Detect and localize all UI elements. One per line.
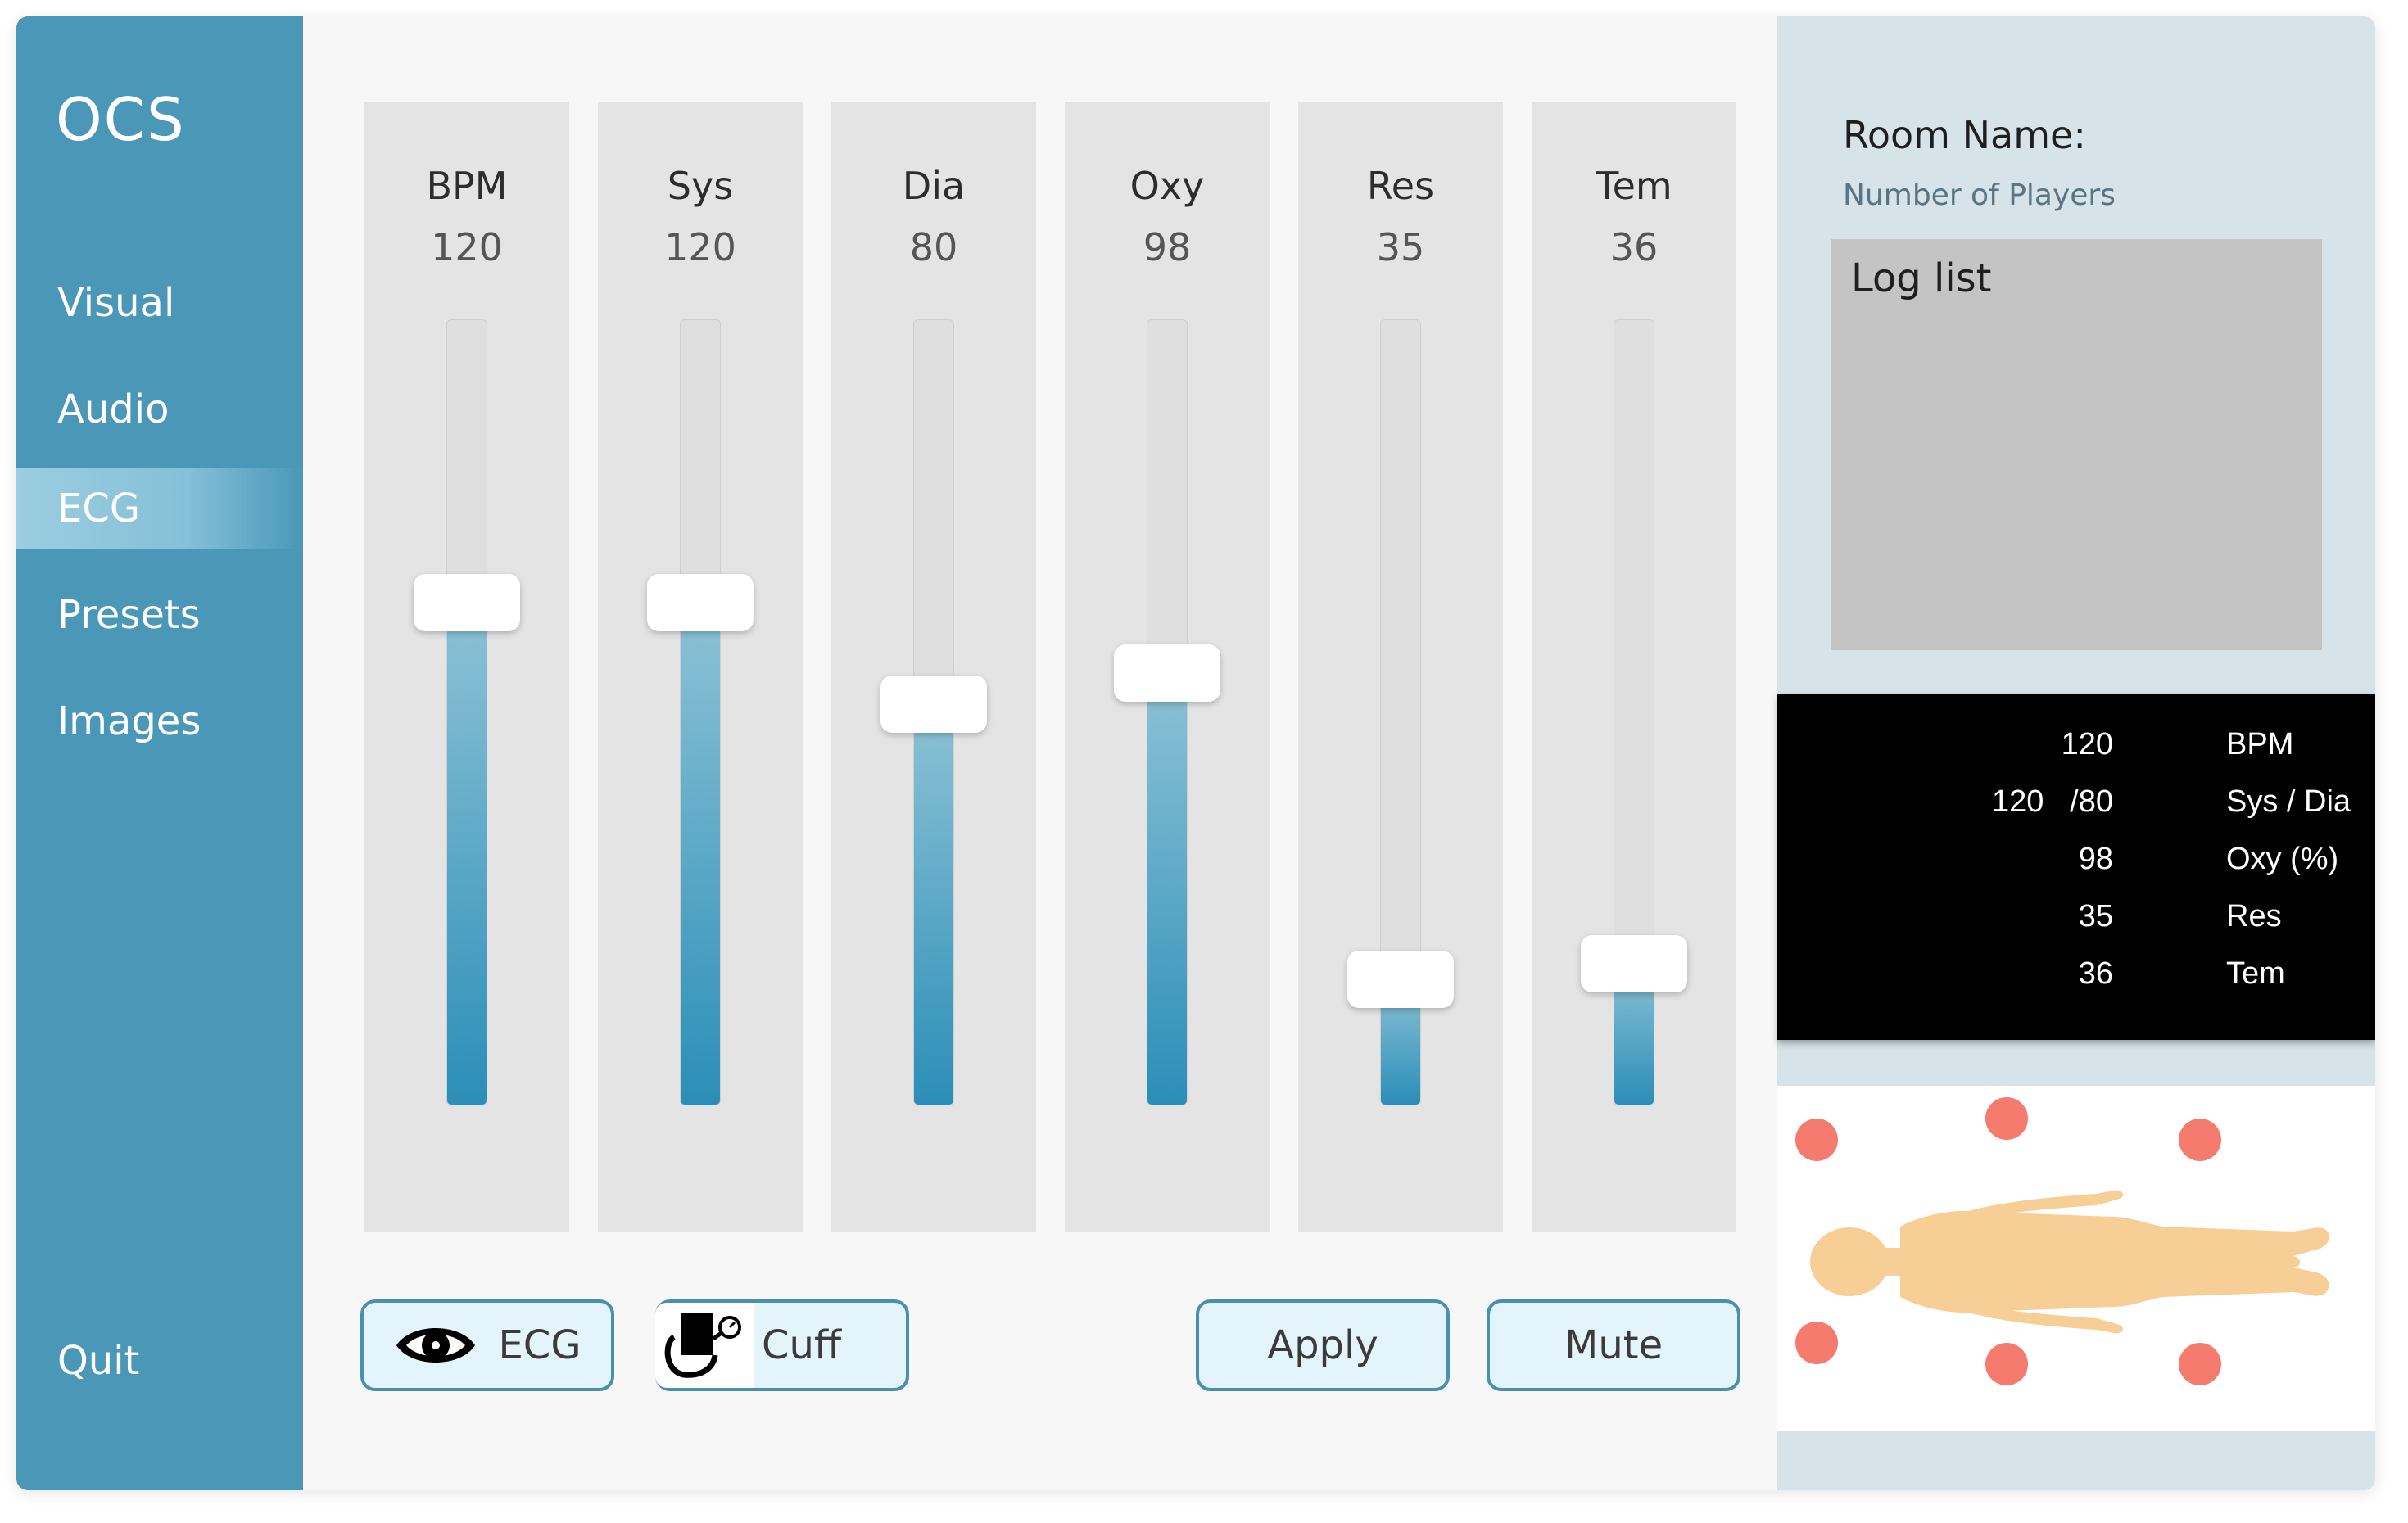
monitor-value: 35	[2078, 899, 2113, 933]
log-list-title: Log list	[1851, 255, 1992, 301]
slider-value: 36	[1609, 225, 1659, 269]
eye-icon	[393, 1316, 478, 1375]
sidebar-item-label: Audio	[57, 386, 170, 432]
slider-name: Res	[1366, 164, 1435, 208]
slider-name: Sys	[667, 164, 734, 208]
slider-thumb[interactable]	[880, 676, 987, 733]
monitor-row-bpm: 120 BPM	[1777, 727, 2375, 776]
ecg-button-label: ECG	[498, 1322, 582, 1368]
sidebar-item-ecg[interactable]: ECG	[16, 468, 303, 549]
slider-card-dia: Dia 80	[831, 102, 1036, 1232]
monitor-value: 98	[2078, 842, 2113, 876]
mute-button-label: Mute	[1564, 1322, 1663, 1368]
slider-thumb[interactable]	[414, 574, 520, 631]
vitals-monitor: 120 BPM 120 /80 Sys / Dia 98 Oxy (%) 35 …	[1777, 694, 2375, 1040]
monitor-row-oxy: 98 Oxy (%)	[1777, 842, 2375, 891]
quit-button[interactable]: Quit	[16, 1320, 303, 1402]
monitor-label: BPM	[2226, 727, 2294, 762]
monitor-label: Sys / Dia	[2226, 784, 2351, 819]
monitor-value-sys: 120	[1992, 784, 2044, 819]
cuff-button[interactable]: Cuff	[655, 1299, 909, 1391]
monitor-value-dia: /80	[2070, 784, 2113, 819]
slider-fill	[447, 602, 487, 1105]
slider-name: Dia	[902, 164, 966, 208]
slider-card-oxy: Oxy 98	[1065, 102, 1270, 1232]
slider-thumb[interactable]	[1581, 935, 1687, 992]
monitor-row-bp: 120 /80 Sys / Dia	[1777, 784, 2375, 834]
players-count-label: Number of Players	[1843, 179, 2116, 212]
slider-value: 120	[431, 225, 503, 269]
log-list[interactable]: Log list	[1831, 239, 2322, 650]
sensor-dot-top[interactable]	[1985, 1097, 2028, 1140]
cuff-button-label: Cuff	[762, 1322, 842, 1368]
sidebar-item-images[interactable]: Images	[16, 680, 303, 762]
sidebar-item-label: ECG	[57, 486, 141, 531]
slider-track[interactable]	[446, 319, 487, 1105]
app-window: OCS Visual Audio ECG Presets Images Quit…	[16, 16, 2375, 1490]
monitor-value: 36	[2078, 956, 2113, 991]
slider-thumb[interactable]	[647, 574, 754, 631]
slider-value: 80	[909, 225, 958, 269]
mute-button[interactable]: Mute	[1487, 1299, 1740, 1391]
slider-fill	[914, 703, 953, 1105]
apply-button[interactable]: Apply	[1196, 1299, 1450, 1391]
slider-card-sys: Sys 120	[598, 102, 803, 1232]
slider-card-res: Res 35	[1298, 102, 1503, 1232]
sidebar: OCS Visual Audio ECG Presets Images Quit	[16, 16, 303, 1490]
slider-value: 98	[1143, 225, 1192, 269]
monitor-value: 120	[2061, 727, 2113, 762]
sidebar-item-label: Visual	[57, 280, 175, 326]
slider-thumb[interactable]	[1347, 951, 1454, 1008]
monitor-row-res: 35 Res	[1777, 899, 2375, 948]
slider-value: 35	[1376, 225, 1425, 269]
monitor-label: Tem	[2226, 956, 2285, 991]
sensor-dot-bottom[interactable]	[1985, 1343, 2028, 1385]
sidebar-item-label: Presets	[57, 592, 201, 638]
sensor-dot-upper-right[interactable]	[2179, 1119, 2221, 1161]
slider-name: Tem	[1596, 164, 1672, 208]
blood-pressure-cuff-icon	[655, 1303, 754, 1388]
slider-card-tem: Tem 36	[1532, 102, 1736, 1232]
room-name-label: Room Name:	[1843, 113, 2086, 157]
sidebar-item-visual[interactable]: Visual	[16, 262, 303, 344]
human-body-figure	[1810, 1190, 2329, 1334]
monitor-label: Oxy (%)	[2226, 842, 2339, 876]
slider-thumb[interactable]	[1114, 644, 1220, 702]
apply-button-label: Apply	[1267, 1322, 1378, 1368]
slider-fill	[1147, 672, 1187, 1105]
app-title: OCS	[56, 85, 186, 154]
slider-fill	[681, 602, 720, 1105]
slider-value: 120	[664, 225, 736, 269]
sensor-dot-lower-right[interactable]	[2179, 1343, 2221, 1385]
sidebar-item-audio[interactable]: Audio	[16, 368, 303, 450]
slider-card-bpm: BPM 120	[364, 102, 569, 1232]
sidebar-item-label: Images	[57, 698, 201, 744]
sensor-dot-lower-left[interactable]	[1795, 1322, 1838, 1364]
right-panel: Room Name: Number of Players Log list 12…	[1777, 16, 2375, 1490]
sensor-dot-upper-left[interactable]	[1795, 1119, 1838, 1161]
slider-name: BPM	[426, 164, 508, 208]
monitor-row-tem: 36 Tem	[1777, 956, 2375, 1006]
slider-name: Oxy	[1129, 164, 1205, 208]
slider-track[interactable]	[1147, 319, 1188, 1105]
quit-label: Quit	[57, 1338, 140, 1384]
patient-body-panel	[1777, 1086, 2375, 1431]
slider-track[interactable]	[680, 319, 721, 1105]
monitor-label: Res	[2226, 899, 2282, 933]
sidebar-item-presets[interactable]: Presets	[16, 574, 303, 656]
ecg-toggle-button[interactable]: ECG	[360, 1299, 614, 1391]
